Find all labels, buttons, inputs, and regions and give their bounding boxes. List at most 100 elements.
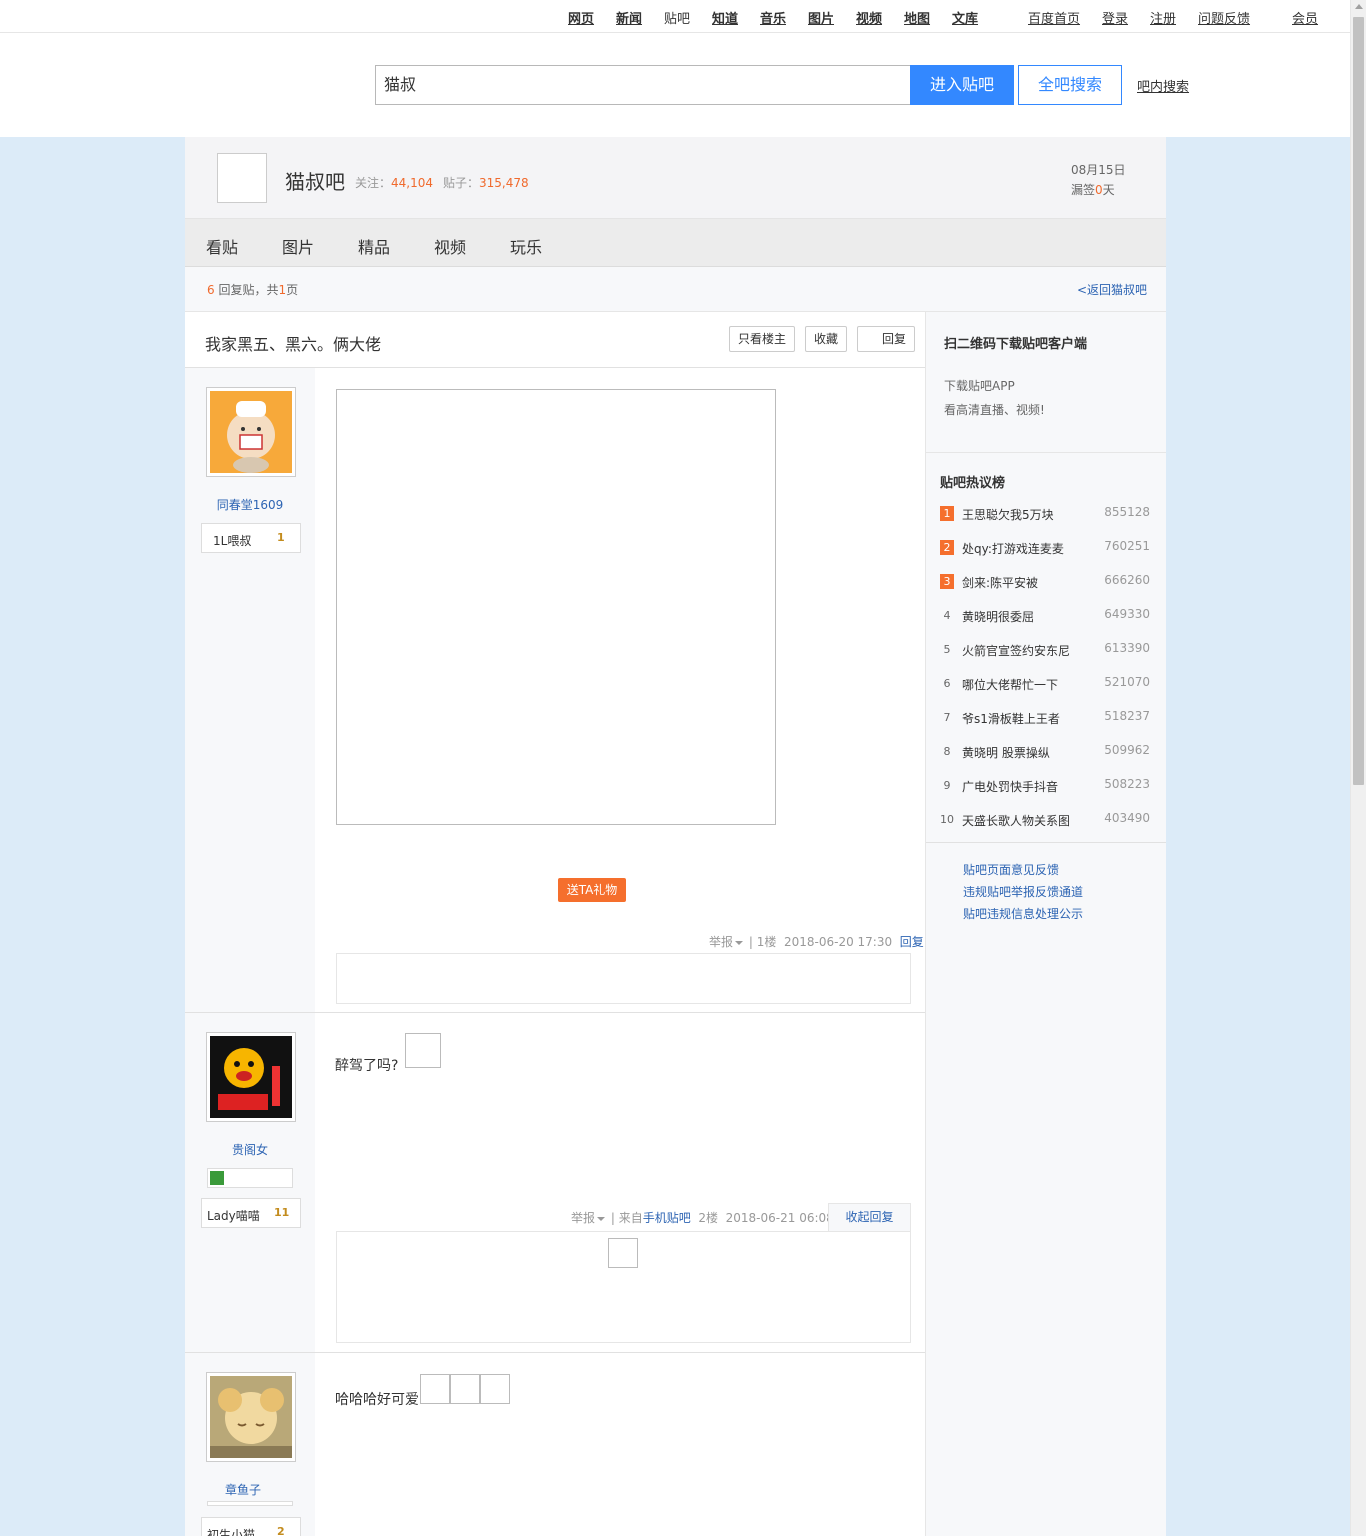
divider	[926, 842, 1166, 843]
hot-title[interactable]: 处qy:打游戏连麦麦	[962, 540, 1064, 557]
hot-item[interactable]: 6 哪位大佬帮忙一下 521070	[940, 674, 1151, 694]
tab-posts[interactable]: 看贴	[206, 234, 238, 258]
report-link[interactable]: 举报	[571, 1211, 595, 1225]
hot-list-title: 贴吧热议榜	[940, 476, 1006, 491]
avatar-image	[210, 1036, 292, 1118]
badge-name: 初生小猫	[207, 1528, 256, 1536]
feedback-link[interactable]: 贴吧页面意见反馈	[963, 861, 1059, 878]
avatar[interactable]	[206, 387, 296, 477]
qr-line-2: 看高清直播、视频!	[944, 403, 1045, 417]
scroll-up-icon[interactable]	[1355, 4, 1363, 9]
favorite-button[interactable]: 收藏	[805, 326, 847, 352]
hot-item[interactable]: 2 处qy:打游戏连麦麦 760251	[940, 538, 1150, 558]
avatar-image	[210, 391, 292, 473]
main-content: 猫叔吧 关注：44,104 贴子：315,478 08月15日 漏签0天 看贴 …	[185, 137, 1166, 1536]
member-badge[interactable]: Lady喵喵 11	[201, 1198, 301, 1228]
username[interactable]: 贵阁女	[185, 1141, 315, 1158]
violation-notice-link[interactable]: 贴吧违规信息处理公示	[963, 905, 1083, 922]
reply-button[interactable]: 回复	[857, 326, 915, 352]
follow-stat: 关注：44,104	[355, 176, 434, 190]
back-to-forum-link[interactable]: <返回猫叔吧	[1077, 281, 1147, 298]
report-link[interactable]: 举报	[709, 935, 733, 949]
hot-rank: 1	[940, 506, 954, 521]
hot-item[interactable]: 8 黄晓明 股票操纵 509962	[940, 742, 1151, 762]
member-badge[interactable]: 初生小猫 2	[201, 1517, 301, 1536]
nav-tieba[interactable]: 贴吧	[664, 8, 690, 27]
nav-video[interactable]: 视频	[856, 8, 882, 27]
hot-title[interactable]: 天盛长歌人物关系图	[962, 812, 1070, 829]
username[interactable]: 章鱼子	[178, 1481, 308, 1498]
hot-item[interactable]: 4 黄晓明很委屈 649330	[940, 606, 1151, 626]
page-scrollbar[interactable]	[1350, 0, 1366, 1536]
badge-level: 11	[274, 1206, 290, 1219]
hot-item[interactable]: 10 天盛长歌人物关系图 403490	[940, 810, 1150, 830]
search-input[interactable]: 猫叔	[375, 65, 911, 105]
hot-title[interactable]: 爷s1滑板鞋上王者	[962, 710, 1060, 727]
hot-item[interactable]: 5 火箭官宣签约安东尼 613390	[940, 640, 1151, 660]
hot-item[interactable]: 1 王思聪欠我5万块 855128	[940, 504, 1150, 524]
hot-rank: 3	[940, 574, 954, 589]
hot-title[interactable]: 黄晓明很委屈	[962, 608, 1034, 625]
username[interactable]: 同春堂1609	[185, 496, 315, 513]
send-gift-button[interactable]: 送TA礼物	[558, 878, 626, 902]
nav-zhidao[interactable]: 知道	[712, 8, 738, 27]
hot-title[interactable]: 黄晓明 股票操纵	[962, 744, 1050, 761]
nav-login[interactable]: 登录	[1102, 8, 1128, 27]
hot-title[interactable]: 王思聪欠我5万块	[962, 506, 1054, 523]
nav-web[interactable]: 网页	[568, 8, 594, 27]
thread-title-bar: 我家黑五、黑六。俩大佬 只看楼主 收藏 回复	[185, 312, 925, 368]
only-op-button[interactable]: 只看楼主	[729, 326, 795, 352]
post-floor-1: 同春堂1609 1L喂叔 1 送TA礼物 举报 | 1楼 2018-06-20 …	[185, 368, 925, 1013]
avatar[interactable]	[206, 1372, 296, 1462]
emoji-image	[480, 1374, 510, 1404]
post-meta: 举报 | 来自手机贴吧 2楼 2018-06-21 06:08	[571, 1211, 834, 1225]
tab-video[interactable]: 视频	[434, 234, 466, 258]
hot-title[interactable]: 哪位大佬帮忙一下	[962, 676, 1058, 693]
reply-link[interactable]: 回复	[900, 935, 924, 949]
forum-logo[interactable]	[217, 153, 267, 203]
nav-baidu-home[interactable]: 百度首页	[1028, 8, 1080, 27]
chevron-down-icon	[597, 1216, 606, 1221]
nav-vip[interactable]: 会员	[1292, 8, 1318, 27]
hot-item[interactable]: 9 广电处罚快手抖音 508223	[940, 776, 1151, 796]
hot-rank: 7	[943, 711, 951, 724]
nav-wenku[interactable]: 文库	[952, 8, 978, 27]
tab-fun[interactable]: 玩乐	[510, 234, 542, 258]
hot-title[interactable]: 剑来:陈平安被	[962, 574, 1038, 591]
reply-area[interactable]	[336, 953, 911, 1004]
hot-rank: 6	[943, 677, 951, 690]
nav-map[interactable]: 地图	[904, 8, 930, 27]
report-channel-link[interactable]: 违规贴吧举报反馈通道	[963, 883, 1083, 900]
scrollbar-thumb[interactable]	[1353, 17, 1364, 785]
nav-image[interactable]: 图片	[808, 8, 834, 27]
posts-stat: 贴子：315,478	[443, 176, 529, 190]
emoji-image	[450, 1374, 480, 1404]
hot-rank: 10	[940, 813, 954, 826]
hot-title[interactable]: 广电处罚快手抖音	[962, 778, 1058, 795]
post-image[interactable]	[336, 389, 776, 825]
sign-miss: 漏签0天	[1071, 183, 1115, 197]
post-floor-2: 贵阁女 Lady喵喵 11 醉驾了吗? 举报 | 来自手机贴吧 2楼 2018-…	[185, 1013, 925, 1353]
tab-images[interactable]: 图片	[282, 234, 314, 258]
search-in-forum-link[interactable]: 吧内搜索	[1137, 76, 1189, 95]
nav-register[interactable]: 注册	[1150, 8, 1176, 27]
nav-music[interactable]: 音乐	[760, 8, 786, 27]
badge-level: 2	[277, 1525, 285, 1536]
tab-featured[interactable]: 精品	[358, 234, 390, 258]
member-badge[interactable]: 1L喂叔 1	[201, 523, 301, 553]
thread-info-bar: 6 回复贴，共1页 <返回猫叔吧	[185, 267, 1166, 312]
right-sidebar: 扫二维码下载贴吧客户端 下载贴吧APP 看高清直播、视频! 贴吧热议榜 1 王思聪…	[925, 312, 1166, 1536]
reply-image	[608, 1238, 638, 1268]
hot-item[interactable]: 7 爷s1滑板鞋上王者 518237	[940, 708, 1151, 728]
nav-news[interactable]: 新闻	[616, 8, 642, 27]
hot-title[interactable]: 火箭官宣签约安东尼	[962, 642, 1070, 659]
hot-item[interactable]: 3 剑来:陈平安被 666260	[940, 572, 1150, 592]
search-all-button[interactable]: 全吧搜索	[1018, 65, 1122, 105]
collapse-replies-button[interactable]: 收起回复	[828, 1203, 911, 1231]
source-link[interactable]: 手机贴吧	[643, 1211, 691, 1225]
nav-feedback[interactable]: 问题反馈	[1198, 8, 1250, 27]
enter-forum-button[interactable]: 进入贴吧	[910, 65, 1014, 105]
forum-name[interactable]: 猫叔吧	[285, 166, 345, 195]
hot-rank: 9	[943, 779, 951, 792]
avatar[interactable]	[206, 1032, 296, 1122]
